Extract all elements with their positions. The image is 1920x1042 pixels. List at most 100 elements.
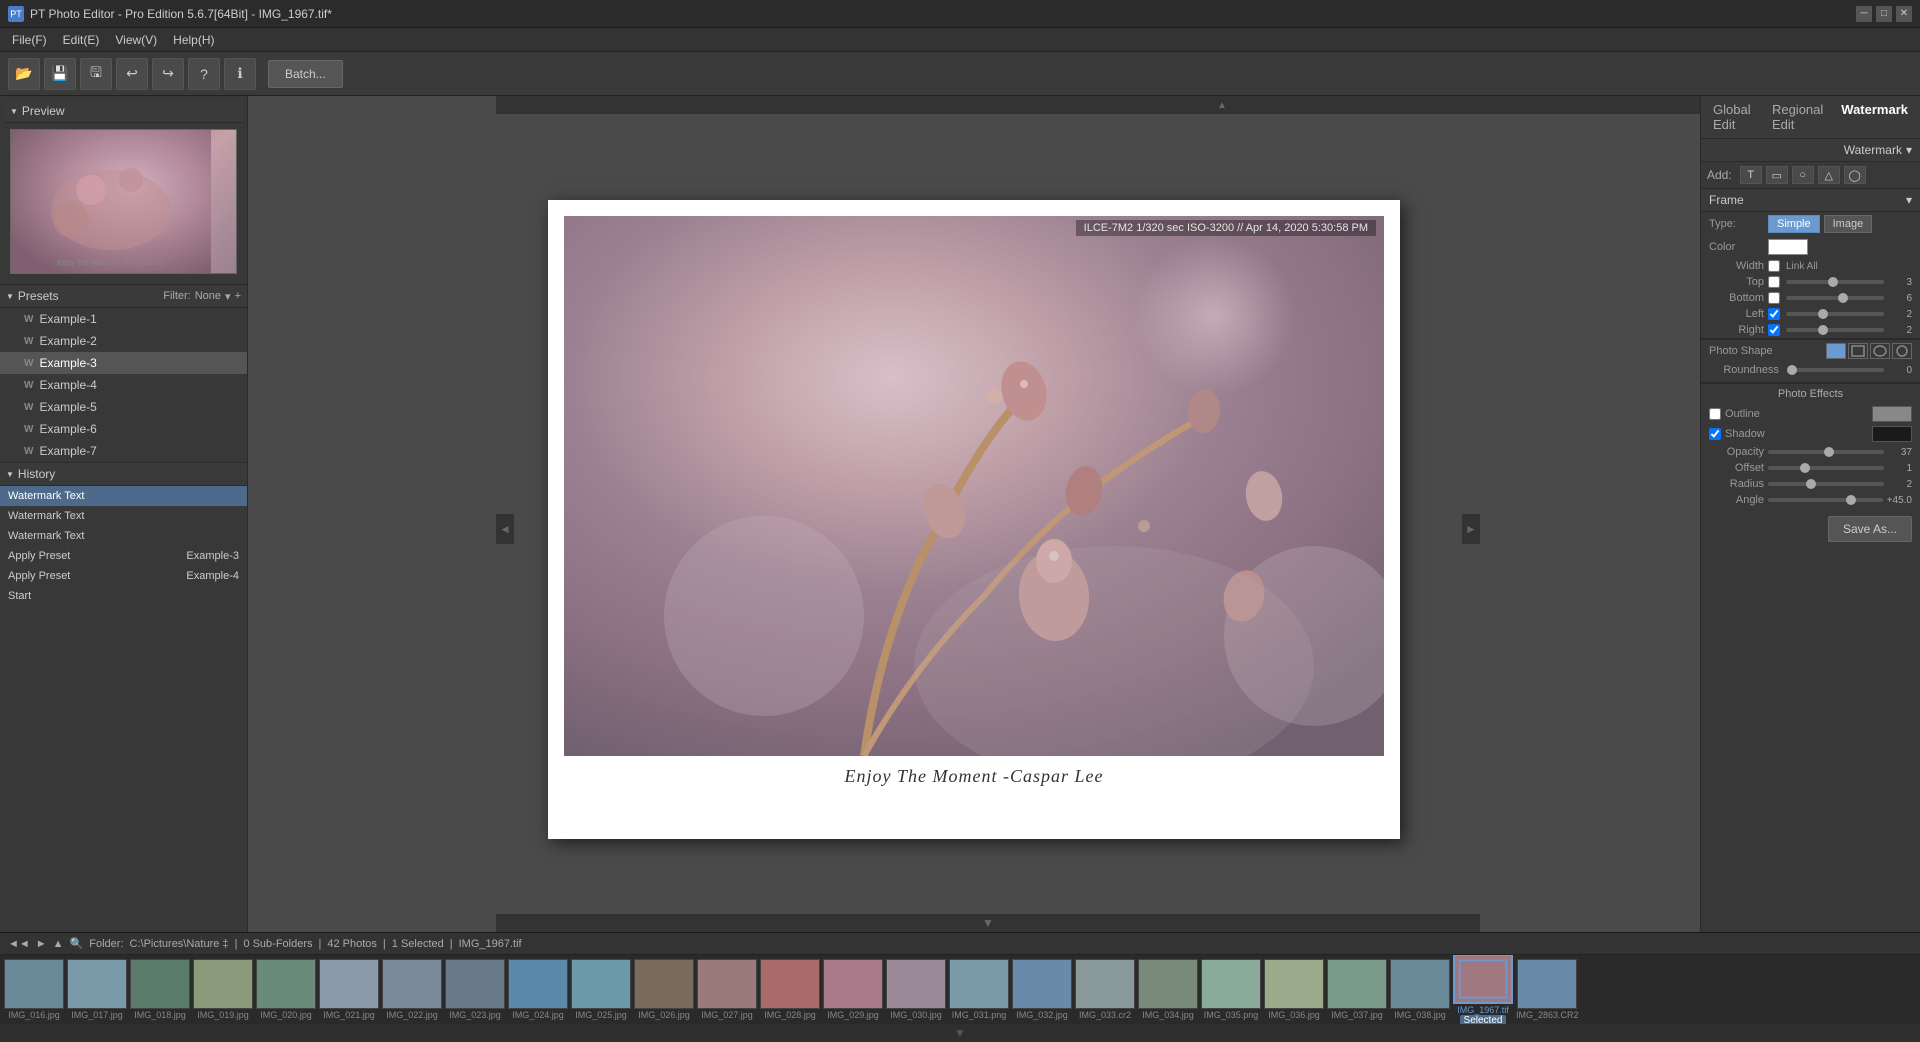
filter-value[interactable]: None: [195, 290, 221, 302]
add-circle-button[interactable]: ○: [1792, 166, 1814, 184]
shadow-checkbox[interactable]: [1709, 428, 1721, 440]
global-edit-tab[interactable]: Global Edit: [1709, 100, 1758, 134]
filmstrip-item-7[interactable]: IMG_023.jpg: [445, 959, 505, 1020]
filter-chevron[interactable]: ▾: [225, 290, 231, 303]
search-icon[interactable]: 🔍: [70, 937, 84, 950]
opacity-thumb[interactable]: [1824, 447, 1834, 457]
top-slider-thumb[interactable]: [1828, 277, 1838, 287]
open-folder-button[interactable]: 📂: [8, 58, 40, 90]
filmstrip-item-6[interactable]: IMG_022.jpg: [382, 959, 442, 1020]
right-slider-track[interactable]: [1786, 328, 1884, 332]
regional-edit-tab[interactable]: Regional Edit: [1768, 100, 1827, 134]
filmstrip-item-11[interactable]: IMG_027.jpg: [697, 959, 757, 1020]
filmstrip-item-2[interactable]: IMG_018.jpg: [130, 959, 190, 1020]
history-header[interactable]: ▼ History: [0, 463, 247, 486]
watermark-tab[interactable]: Watermark: [1837, 100, 1912, 134]
filmstrip-item-14[interactable]: IMG_030.jpg: [886, 959, 946, 1020]
filmstrip-item-16[interactable]: IMG_032.jpg: [1012, 959, 1072, 1020]
info-button[interactable]: ℹ: [224, 58, 256, 90]
close-button[interactable]: ✕: [1896, 6, 1912, 22]
top-slider-track[interactable]: [1786, 280, 1884, 284]
view-menu[interactable]: View(V): [107, 31, 165, 49]
frame-arrow[interactable]: ▾: [1906, 193, 1912, 207]
batch-button[interactable]: Batch...: [268, 60, 343, 88]
filmstrip-item-5[interactable]: IMG_021.jpg: [319, 959, 379, 1020]
preset-item-example7[interactable]: WExample-7: [0, 440, 247, 462]
filmstrip-item-15[interactable]: IMG_031.png: [949, 959, 1009, 1020]
scroll-left-arrow[interactable]: ◄: [496, 514, 514, 544]
bottom-slider-track[interactable]: [1786, 296, 1884, 300]
filmstrip-item-12[interactable]: IMG_028.jpg: [760, 959, 820, 1020]
add-text-button[interactable]: T: [1740, 166, 1762, 184]
edit-menu[interactable]: Edit(E): [55, 31, 108, 49]
filmstrip-item-0[interactable]: IMG_016.jpg: [4, 959, 64, 1020]
history-item-3[interactable]: Apply Preset Example-3: [0, 546, 247, 566]
history-item-5[interactable]: Start: [0, 586, 247, 606]
filmstrip-item-3[interactable]: IMG_019.jpg: [193, 959, 253, 1020]
filmstrip-bottom-arrow[interactable]: ▼: [0, 1024, 1920, 1042]
right-slider-thumb[interactable]: [1818, 325, 1828, 335]
title-bar-controls[interactable]: ─ □ ✕: [1856, 6, 1912, 22]
link-all-checkbox[interactable]: [1768, 260, 1780, 272]
type-image-button[interactable]: Image: [1824, 215, 1873, 233]
left-slider-track[interactable]: [1786, 312, 1884, 316]
top-checkbox[interactable]: [1768, 276, 1780, 288]
right-checkbox[interactable]: [1768, 324, 1780, 336]
bottom-slider-thumb[interactable]: [1838, 293, 1848, 303]
maximize-button[interactable]: □: [1876, 6, 1892, 22]
filmstrip-item-24[interactable]: IMG_2863.CR2: [1516, 959, 1579, 1020]
shape-rect[interactable]: [1848, 343, 1868, 359]
left-slider-thumb[interactable]: [1818, 309, 1828, 319]
nav-up[interactable]: ▲: [53, 938, 64, 950]
radius-thumb[interactable]: [1806, 479, 1816, 489]
scroll-right-arrow[interactable]: ►: [1462, 514, 1480, 544]
roundness-track[interactable]: [1787, 368, 1884, 372]
filmstrip-item-8[interactable]: IMG_024.jpg: [508, 959, 568, 1020]
preset-item-example3[interactable]: WExample-3: [0, 352, 247, 374]
save-as-button[interactable]: 🖫: [80, 58, 112, 90]
save-button[interactable]: 💾: [44, 58, 76, 90]
watermark-dropdown-arrow[interactable]: ▾: [1906, 143, 1912, 157]
nav-forward[interactable]: ►: [36, 938, 47, 950]
filmstrip-item-18[interactable]: IMG_034.jpg: [1138, 959, 1198, 1020]
redo-button[interactable]: ↪: [152, 58, 184, 90]
left-checkbox[interactable]: [1768, 308, 1780, 320]
save-as-button[interactable]: Save As...: [1828, 516, 1912, 542]
angle-thumb[interactable]: [1846, 495, 1856, 505]
filmstrip-item-1[interactable]: IMG_017.jpg: [67, 959, 127, 1020]
type-simple-button[interactable]: Simple: [1768, 215, 1820, 233]
history-item-1[interactable]: Watermark Text: [0, 506, 247, 526]
undo-button[interactable]: ↩: [116, 58, 148, 90]
outline-checkbox[interactable]: [1709, 408, 1721, 420]
preset-item-example5[interactable]: WExample-5: [0, 396, 247, 418]
add-triangle-button[interactable]: △: [1818, 166, 1840, 184]
add-rect-button[interactable]: ▭: [1766, 166, 1788, 184]
filmstrip-item-19[interactable]: IMG_035.png: [1201, 959, 1261, 1020]
outline-color-swatch[interactable]: [1872, 406, 1912, 422]
filmstrip-item-10[interactable]: IMG_026.jpg: [634, 959, 694, 1020]
scroll-down-arrow[interactable]: ▼: [496, 914, 1480, 932]
offset-thumb[interactable]: [1800, 463, 1810, 473]
shape-ellipse[interactable]: [1892, 343, 1912, 359]
preview-header[interactable]: ▼ Preview: [4, 100, 243, 123]
filmstrip-item-20[interactable]: IMG_036.jpg: [1264, 959, 1324, 1020]
filmstrip-item-17[interactable]: IMG_033.cr2: [1075, 959, 1135, 1020]
history-item-2[interactable]: Watermark Text: [0, 526, 247, 546]
preset-item-example4[interactable]: WExample-4: [0, 374, 247, 396]
help-menu[interactable]: Help(H): [165, 31, 222, 49]
filmstrip-item-13[interactable]: IMG_029.jpg: [823, 959, 883, 1020]
opacity-track[interactable]: [1768, 450, 1884, 454]
add-ellipse-button[interactable]: ◯: [1844, 166, 1866, 184]
scroll-up-arrow[interactable]: ▲: [496, 96, 1700, 114]
filmstrip-item-4[interactable]: IMG_020.jpg: [256, 959, 316, 1020]
add-preset-button[interactable]: +: [235, 290, 241, 302]
angle-track[interactable]: [1768, 498, 1883, 502]
nav-back[interactable]: ◄◄: [8, 938, 30, 950]
preset-item-example6[interactable]: WExample-6: [0, 418, 247, 440]
presets-collapse[interactable]: ▼ Presets: [6, 289, 59, 303]
minimize-button[interactable]: ─: [1856, 6, 1872, 22]
history-item-4[interactable]: Apply Preset Example-4: [0, 566, 247, 586]
file-menu[interactable]: File(F): [4, 31, 55, 49]
shape-circle[interactable]: [1870, 343, 1890, 359]
filmstrip-item-21[interactable]: IMG_037.jpg: [1327, 959, 1387, 1020]
